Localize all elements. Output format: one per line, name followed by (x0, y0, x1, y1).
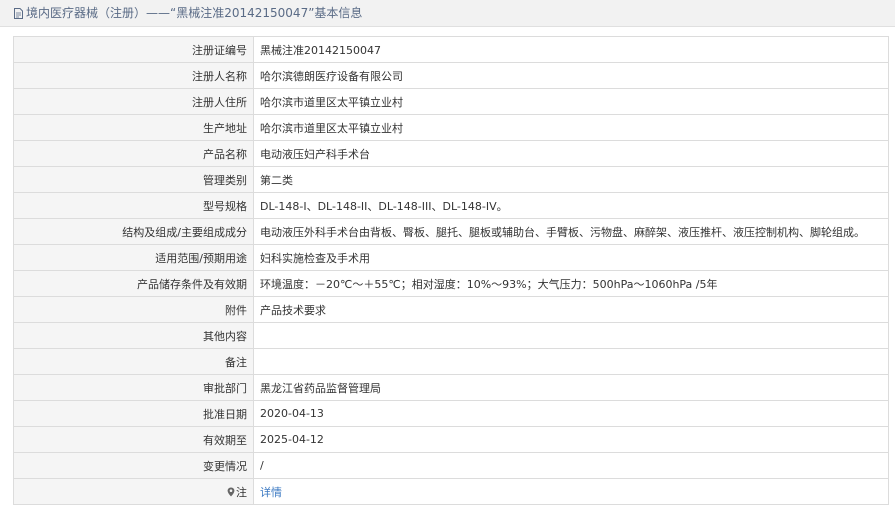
table-row: 批准日期 2020-04-13 (13, 400, 889, 427)
table-row: 注册证编号 黑械注准20142150047 (13, 36, 889, 63)
info-table: 注册证编号 黑械注准20142150047 注册人名称 哈尔滨德朗医疗设备有限公… (13, 36, 889, 505)
row-label: 备注 (13, 348, 254, 375)
table-row: 注册人住所 哈尔滨市道里区太平镇立业村 (13, 88, 889, 115)
table-row: 产品名称 电动液压妇产科手术台 (13, 140, 889, 167)
note-label: 注 (236, 485, 247, 499)
row-value: 2025-04-12 (253, 426, 889, 453)
row-label: 结构及组成/主要组成成分 (13, 218, 254, 245)
row-value: 黑械注准20142150047 (253, 36, 889, 63)
table-row: 注册人名称 哈尔滨德朗医疗设备有限公司 (13, 62, 889, 89)
row-label: 注册人名称 (13, 62, 254, 89)
row-value: 哈尔滨市道里区太平镇立业村 (253, 88, 889, 115)
note-label-cell: 注 (13, 478, 254, 505)
row-label: 注册证编号 (13, 36, 254, 63)
row-label: 有效期至 (13, 426, 254, 453)
table-row: 附件 产品技术要求 (13, 296, 889, 323)
detail-link[interactable]: 详情 (260, 486, 282, 499)
table-row: 备注 (13, 348, 889, 375)
row-label: 其他内容 (13, 322, 254, 349)
row-value: / (253, 452, 889, 479)
location-pin-icon (227, 487, 235, 496)
table-row: 生产地址 哈尔滨市道里区太平镇立业村 (13, 114, 889, 141)
row-value: 哈尔滨德朗医疗设备有限公司 (253, 62, 889, 89)
row-value: 产品技术要求 (253, 296, 889, 323)
row-label: 变更情况 (13, 452, 254, 479)
table-row: 适用范围/预期用途 妇科实施检查及手术用 (13, 244, 889, 271)
row-value: 哈尔滨市道里区太平镇立业村 (253, 114, 889, 141)
table-row: 型号规格 DL-148-I、DL-148-II、DL-148-III、DL-14… (13, 192, 889, 219)
table-row: 管理类别 第二类 (13, 166, 889, 193)
row-label: 审批部门 (13, 374, 254, 401)
row-label: 注册人住所 (13, 88, 254, 115)
row-value (253, 322, 889, 349)
row-label: 附件 (13, 296, 254, 323)
info-table-wrapper: 注册证编号 黑械注准20142150047 注册人名称 哈尔滨德朗医疗设备有限公… (13, 36, 889, 505)
row-label: 生产地址 (13, 114, 254, 141)
page-header: 境内医疗器械（注册）——“黑械注准20142150047”基本信息 (0, 0, 895, 27)
row-value: 第二类 (253, 166, 889, 193)
row-label: 管理类别 (13, 166, 254, 193)
row-value (253, 348, 889, 375)
row-label: 批准日期 (13, 400, 254, 427)
row-label: 型号规格 (13, 192, 254, 219)
row-label: 产品储存条件及有效期 (13, 270, 254, 297)
row-value: 电动液压妇产科手术台 (253, 140, 889, 167)
note-row: 注 详情 (13, 478, 889, 505)
row-value: 电动液压外科手术台由背板、臀板、腿托、腿板或辅助台、手臂板、污物盘、麻醉架、液压… (253, 218, 889, 245)
table-row: 审批部门 黑龙江省药品监督管理局 (13, 374, 889, 401)
row-value: 2020-04-13 (253, 400, 889, 427)
table-row: 变更情况 / (13, 452, 889, 479)
document-icon (14, 7, 23, 19)
note-value-cell: 详情 (253, 478, 889, 505)
table-row: 有效期至 2025-04-12 (13, 426, 889, 453)
row-value: DL-148-I、DL-148-II、DL-148-III、DL-148-IV。 (253, 192, 889, 219)
page-title: 境内医疗器械（注册）——“黑械注准20142150047”基本信息 (26, 6, 363, 20)
table-row: 产品储存条件及有效期 环境温度：－20℃～＋55℃；相对湿度：10%～93%；大… (13, 270, 889, 297)
table-row: 其他内容 (13, 322, 889, 349)
row-value: 妇科实施检查及手术用 (253, 244, 889, 271)
row-value: 黑龙江省药品监督管理局 (253, 374, 889, 401)
table-row: 结构及组成/主要组成成分 电动液压外科手术台由背板、臀板、腿托、腿板或辅助台、手… (13, 218, 889, 245)
row-label: 适用范围/预期用途 (13, 244, 254, 271)
row-label: 产品名称 (13, 140, 254, 167)
row-value: 环境温度：－20℃～＋55℃；相对湿度：10%～93%；大气压力：500hPa～… (253, 270, 889, 297)
